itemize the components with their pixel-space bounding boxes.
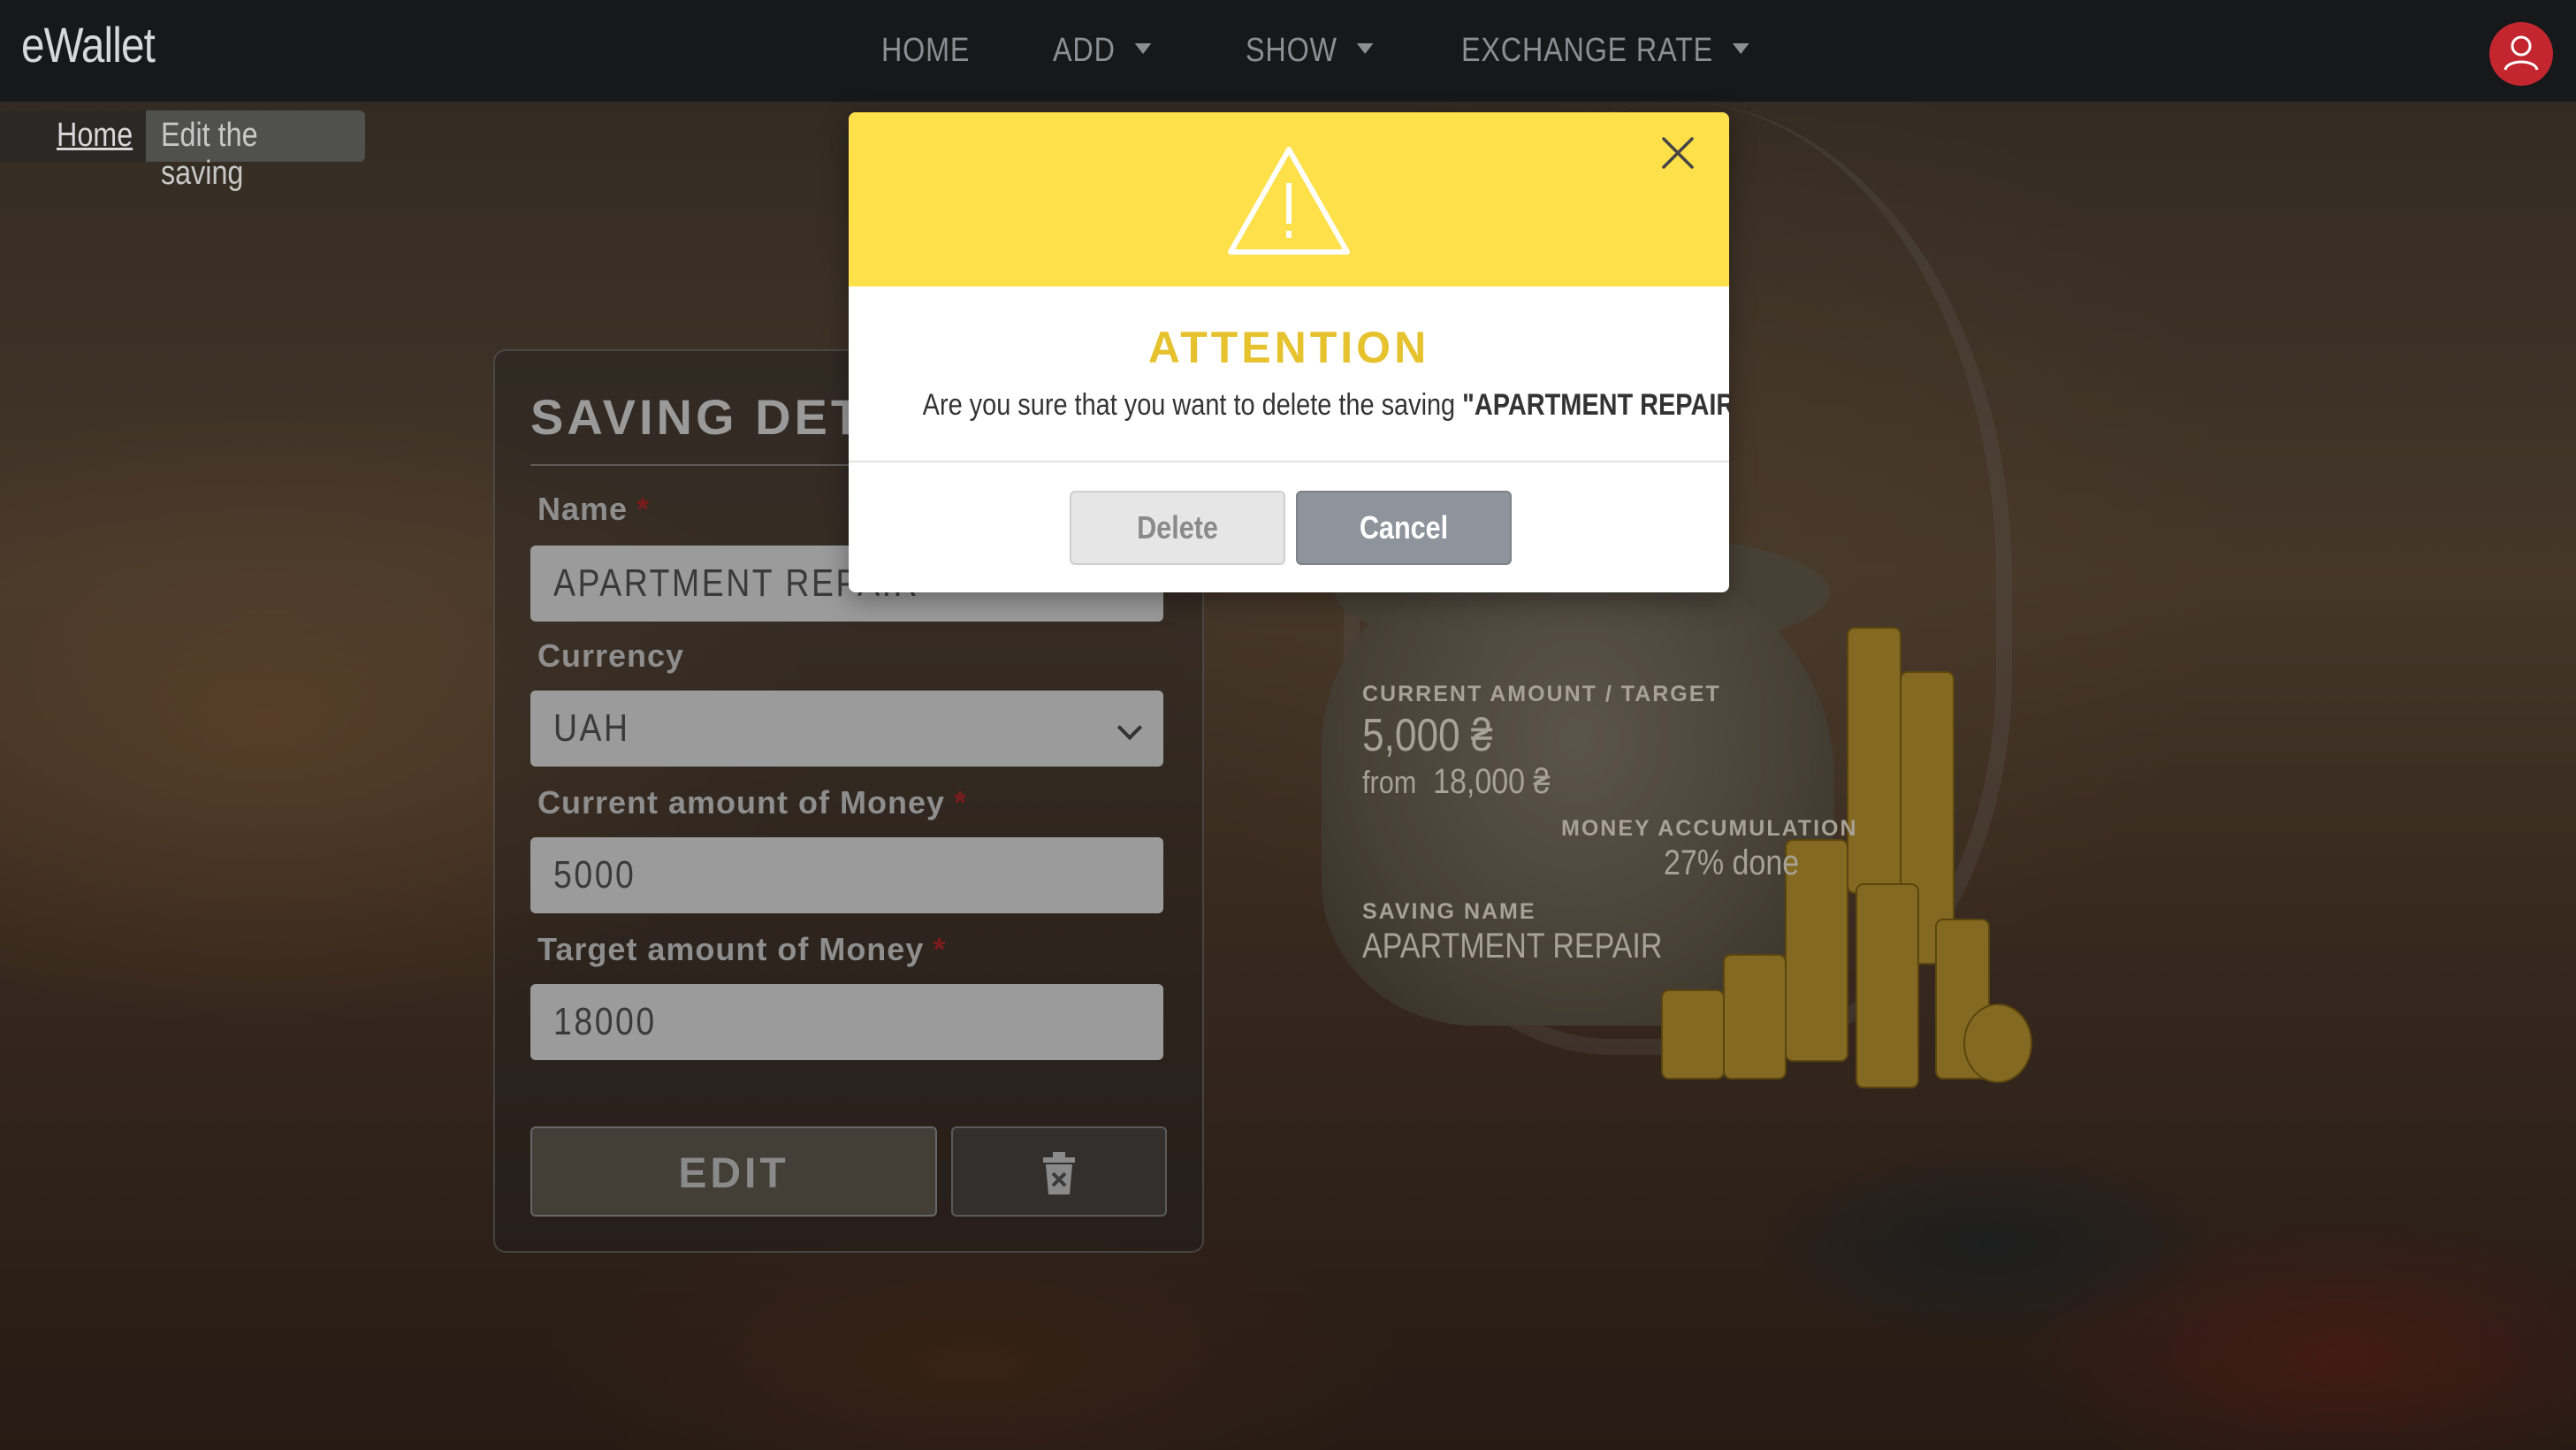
currency-select[interactable]: UAH — [530, 691, 1163, 767]
delete-confirmation-modal: ATTENTION Are you sure that you want to … — [849, 112, 1729, 592]
message-prefix: Are you sure that you want to delete the… — [922, 388, 1463, 422]
confirm-delete-button[interactable]: Delete — [1070, 491, 1285, 565]
modal-message: Are you sure that you want to delete the… — [849, 388, 1729, 423]
currency-label: Currency — [537, 637, 685, 674]
caret-down-icon — [1134, 42, 1152, 54]
nav-exchange-rate[interactable]: EXCHANGE RATE — [1461, 32, 1749, 70]
user-icon — [2504, 35, 2539, 71]
close-icon[interactable] — [1658, 134, 1697, 172]
target-amount-label: Target amount of Money * — [537, 931, 947, 967]
current-amount-label: Current amount of Money * — [537, 784, 968, 820]
warning-icon — [1228, 147, 1350, 255]
nav-show[interactable]: SHOW — [1246, 32, 1374, 70]
cancel-button[interactable]: Cancel — [1296, 491, 1512, 565]
accumulation-value: 27% done — [1664, 843, 1800, 882]
nav-add[interactable]: ADD — [1053, 32, 1152, 70]
caret-down-icon — [1356, 42, 1374, 54]
accumulation-label: MONEY ACCUMULATION — [1561, 816, 1858, 841]
title-divider — [530, 464, 902, 466]
target-amount-input-value: 18000 — [553, 1000, 657, 1043]
modal-header — [849, 112, 1729, 286]
brand-logo[interactable]: eWallet — [21, 16, 156, 73]
saving-name-value: APARTMENT REPAIR — [1362, 927, 1663, 965]
edit-button-label: EDIT — [678, 1150, 789, 1197]
nav-home[interactable]: HOME — [881, 32, 970, 70]
saving-name-label: SAVING NAME — [1362, 899, 1536, 924]
breadcrumb-current: Edit the saving — [161, 117, 258, 192]
chevron-down-icon — [1117, 714, 1143, 741]
current-amount-input-value: 5000 — [553, 853, 636, 897]
target-amount-input[interactable]: 18000 — [530, 984, 1163, 1060]
top-navbar: eWallet HOME ADD SHOW EXCHANGE RATE — [0, 0, 2576, 102]
modal-divider — [849, 461, 1729, 462]
current-amount-value: 5,000 ₴ — [1362, 710, 1493, 761]
delete-button-label: Delete — [1137, 509, 1218, 546]
user-avatar[interactable] — [2489, 22, 2553, 86]
modal-title: ATTENTION — [1147, 323, 1430, 372]
caret-down-icon — [1733, 42, 1749, 54]
delete-saving-button[interactable] — [951, 1126, 1167, 1217]
trash-icon — [1043, 1152, 1075, 1194]
name-label: Name * — [537, 491, 651, 527]
currency-select-value: UAH — [553, 706, 630, 750]
breadcrumb-home-link[interactable]: Home — [57, 117, 133, 155]
current-target-label: CURRENT AMOUNT / TARGET — [1362, 682, 1721, 706]
from-label: from — [1362, 764, 1417, 800]
edit-button[interactable]: EDIT — [530, 1126, 937, 1217]
breadcrumb: Home Edit the saving — [0, 111, 365, 192]
card-title: SAVING DET — [530, 389, 865, 445]
cancel-button-label: Cancel — [1359, 509, 1449, 546]
message-saving-name: "APARTMENT REPAIR" — [1462, 388, 1729, 422]
target-amount-value: 18,000 ₴ — [1433, 762, 1551, 801]
current-amount-input[interactable]: 5000 — [530, 837, 1163, 913]
target-amount-line: from 18,000 ₴ — [1362, 762, 1550, 802]
